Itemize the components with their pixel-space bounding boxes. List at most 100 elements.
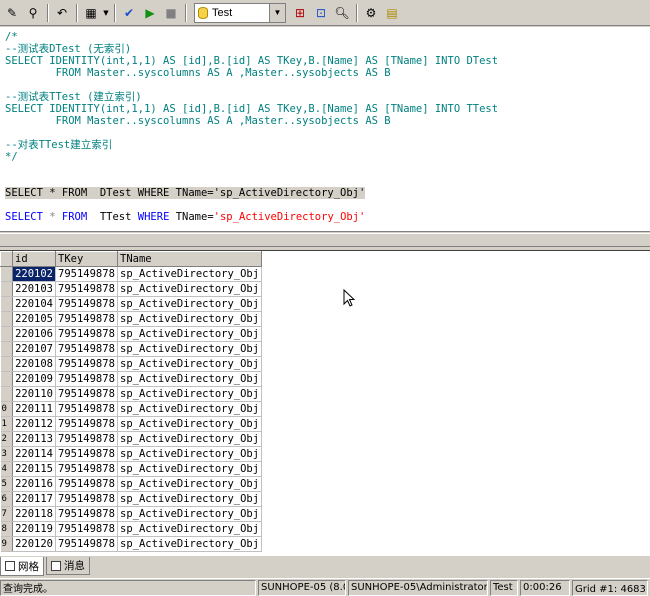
table-row[interactable]: 220107 795149878 sp_ActiveDirectory_Obj (0, 341, 263, 357)
code-line[interactable]: */ (5, 151, 498, 163)
cell-id[interactable]: 220109 (12, 371, 56, 387)
cell-tkey[interactable]: 795149878 (55, 416, 118, 432)
cell-id[interactable]: 220119 (12, 521, 56, 537)
cell-id[interactable]: 220102 (12, 266, 56, 282)
code-line[interactable]: FROM Master..syscolumns AS A ,Master..sy… (5, 67, 498, 79)
cell-id[interactable]: 220111 (12, 401, 56, 417)
code-line[interactable] (5, 163, 498, 175)
code-line[interactable]: /* (5, 31, 498, 43)
row-header[interactable]: 8 (0, 521, 13, 537)
query-text[interactable]: /* --测试表DTest (无索引) SELECT IDENTITY(int,1,… (5, 31, 498, 223)
code-line[interactable]: --测试表DTest (无索引) (5, 43, 498, 55)
cell-tkey[interactable]: 795149878 (55, 341, 118, 357)
row-header[interactable]: 6 (0, 491, 13, 507)
tab-grid[interactable]: 网格 (0, 557, 44, 576)
row-header[interactable] (0, 341, 13, 357)
cell-tname[interactable]: sp_ActiveDirectory_Obj (117, 326, 263, 342)
column-header-tkey[interactable]: TKey (55, 251, 118, 267)
tab-messages[interactable]: 消息 (46, 557, 90, 575)
cell-tname[interactable]: sp_ActiveDirectory_Obj (117, 371, 263, 387)
cell-tname[interactable]: sp_ActiveDirectory_Obj (117, 341, 263, 357)
row-header[interactable] (0, 371, 13, 387)
code-line[interactable]: SELECT * FROM TTest WHERE TName='sp_Acti… (5, 211, 498, 223)
cell-tkey[interactable]: 795149878 (55, 296, 118, 312)
cell-tkey[interactable]: 795149878 (55, 326, 118, 342)
results-grid[interactable]: id TKey TName 220102 795149878 sp_ActiveDi… (0, 250, 650, 556)
code-line[interactable]: SELECT IDENTITY(int,1,1) AS [id],B.[id] … (5, 55, 498, 67)
row-header[interactable] (0, 326, 13, 342)
column-header-tname[interactable]: TName (116, 251, 263, 267)
code-line[interactable]: SELECT IDENTITY(int,1,1) AS [id],B.[id] … (5, 103, 498, 115)
cell-id[interactable]: 220118 (12, 506, 56, 522)
pane-splitter[interactable] (0, 233, 650, 247)
cell-tname[interactable]: sp_ActiveDirectory_Obj (117, 401, 263, 417)
execute-query-icon[interactable]: ▶ (140, 3, 160, 23)
find-icon[interactable]: ⚲ (23, 3, 43, 23)
cell-tname[interactable]: sp_ActiveDirectory_Obj (117, 356, 263, 372)
cell-id[interactable]: 220112 (12, 416, 56, 432)
row-header[interactable]: 7 (0, 506, 13, 522)
row-header[interactable]: 0 (0, 401, 13, 417)
results-pane-icon[interactable]: ▤ (382, 3, 402, 23)
options-icon[interactable]: ⚙ (361, 3, 381, 23)
cell-tname[interactable]: sp_ActiveDirectory_Obj (117, 491, 263, 507)
cell-tname[interactable]: sp_ActiveDirectory_Obj (117, 311, 263, 327)
cell-tkey[interactable]: 795149878 (55, 371, 118, 387)
cell-id[interactable]: 220108 (12, 356, 56, 372)
row-header[interactable] (0, 266, 13, 282)
search-icon[interactable]: 🔍︎ (332, 3, 352, 23)
cell-tkey[interactable]: 795149878 (55, 506, 118, 522)
row-header[interactable] (0, 281, 13, 297)
object-browser-icon[interactable]: ⊞ (290, 3, 310, 23)
code-line[interactable]: SELECT * FROM DTest WHERE TName='sp_Acti… (5, 187, 498, 199)
dropdown-arrow-icon[interactable]: ▼ (102, 3, 110, 23)
cell-tkey[interactable]: 795149878 (55, 536, 118, 552)
cell-tname[interactable]: sp_ActiveDirectory_Obj (117, 281, 263, 297)
code-line[interactable] (5, 199, 498, 211)
code-line[interactable]: FROM Master..syscolumns AS A ,Master..sy… (5, 115, 498, 127)
query-editor[interactable]: /* --测试表DTest (无索引) SELECT IDENTITY(int,1,… (0, 27, 650, 232)
table-row[interactable]: 220104 795149878 sp_ActiveDirectory_Obj (0, 296, 263, 312)
cell-id[interactable]: 220105 (12, 311, 56, 327)
table-row[interactable]: 5 220116 795149878 sp_ActiveDirectory_Obj (0, 476, 263, 492)
cell-id[interactable]: 220120 (12, 536, 56, 552)
row-header[interactable] (0, 386, 13, 402)
cell-tkey[interactable]: 795149878 (55, 431, 118, 447)
database-select[interactable]: Test ▼ (194, 2, 286, 23)
cell-tkey[interactable]: 795149878 (55, 491, 118, 507)
cell-tname[interactable]: sp_ActiveDirectory_Obj (117, 521, 263, 537)
code-line[interactable] (5, 127, 498, 139)
table-row[interactable]: 220106 795149878 sp_ActiveDirectory_Obj (0, 326, 263, 342)
table-row[interactable]: 8 220119 795149878 sp_ActiveDirectory_Obj (0, 521, 263, 537)
row-header[interactable]: 3 (0, 446, 13, 462)
cell-id[interactable]: 220114 (12, 446, 56, 462)
cell-tkey[interactable]: 795149878 (55, 281, 118, 297)
cancel-query-icon[interactable]: ■ (161, 3, 181, 23)
cell-id[interactable]: 220104 (12, 296, 56, 312)
cell-id[interactable]: 220110 (12, 386, 56, 402)
table-row[interactable]: 6 220117 795149878 sp_ActiveDirectory_Obj (0, 491, 263, 507)
cell-tname[interactable]: sp_ActiveDirectory_Obj (117, 536, 263, 552)
cell-tname[interactable]: sp_ActiveDirectory_Obj (117, 476, 263, 492)
row-header[interactable]: 4 (0, 461, 13, 477)
table-row[interactable]: 220102 795149878 sp_ActiveDirectory_Obj (0, 266, 263, 282)
table-row[interactable]: 7 220118 795149878 sp_ActiveDirectory_Obj (0, 506, 263, 522)
cell-tname[interactable]: sp_ActiveDirectory_Obj (117, 506, 263, 522)
row-header[interactable]: 9 (0, 536, 13, 552)
cell-id[interactable]: 220106 (12, 326, 56, 342)
cell-tname[interactable]: sp_ActiveDirectory_Obj (117, 266, 263, 282)
cell-id[interactable]: 220117 (12, 491, 56, 507)
cell-id[interactable]: 220107 (12, 341, 56, 357)
cell-tname[interactable]: sp_ActiveDirectory_Obj (117, 386, 263, 402)
results-mode-icon[interactable]: ▦ (81, 3, 101, 23)
undo-icon[interactable]: ↶ (52, 3, 72, 23)
code-line[interactable] (5, 79, 498, 91)
row-header[interactable] (0, 356, 13, 372)
cell-tkey[interactable]: 795149878 (55, 266, 118, 282)
row-header[interactable] (0, 311, 13, 327)
cell-tkey[interactable]: 795149878 (55, 446, 118, 462)
row-header[interactable]: 1 (0, 416, 13, 432)
table-row[interactable]: 4 220115 795149878 sp_ActiveDirectory_Obj (0, 461, 263, 477)
cell-tkey[interactable]: 795149878 (55, 356, 118, 372)
cell-tkey[interactable]: 795149878 (55, 476, 118, 492)
